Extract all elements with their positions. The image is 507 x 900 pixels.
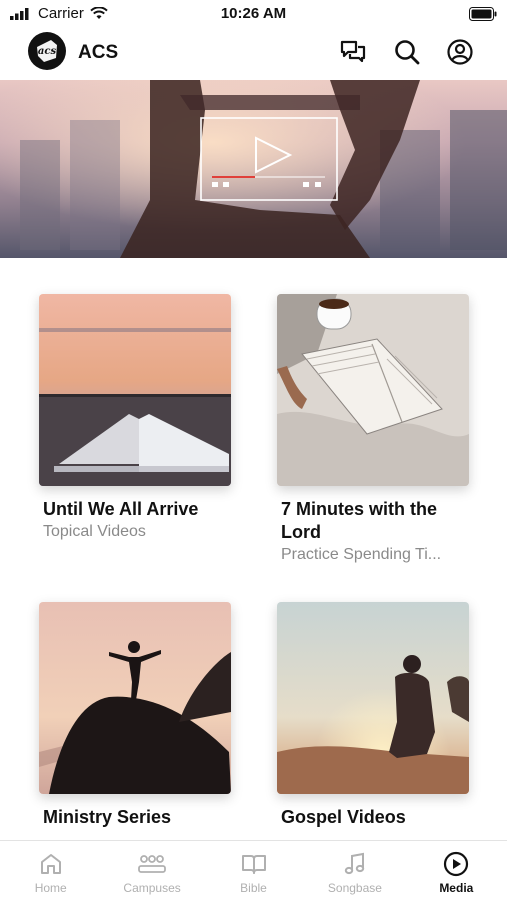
status-time: 10:26 AM (220, 5, 287, 22)
card-title: 7 Minutes with the Lord (281, 499, 438, 542)
thumbnail-image (277, 294, 469, 486)
thumbnail-image (39, 294, 231, 486)
card-7-minutes-with-the-lord[interactable]: 7 Minutes with the Lord Practice Spendin… (277, 294, 469, 566)
hero-image (0, 80, 507, 258)
card-ministry-series[interactable]: Ministry Series (39, 602, 231, 829)
tab-label: Songbase (327, 881, 382, 895)
status-bar: Carrier 10:26 AM (0, 0, 507, 30)
hero-banner[interactable] (0, 80, 507, 258)
tab-label: Campuses (123, 881, 181, 895)
tab-bar: Home Campuses Bible Songbase Media (0, 840, 507, 900)
app-title: ACS (78, 42, 119, 63)
card-thumbnail[interactable] (277, 294, 469, 486)
tab-label: Bible (240, 881, 267, 895)
logo-text: acs (37, 45, 57, 57)
profile-icon[interactable] (446, 38, 474, 66)
card-until-we-all-arrive[interactable]: Until We All Arrive Topical Videos (39, 294, 231, 543)
tab-songbase[interactable]: Songbase (304, 841, 405, 900)
home-icon (40, 854, 61, 874)
app-header: acs ACS (0, 30, 507, 78)
card-title: Ministry Series (43, 807, 172, 827)
card-thumbnail[interactable] (277, 602, 469, 794)
people-icon (138, 855, 167, 873)
battery-icon (469, 7, 497, 21)
chat-icon[interactable] (339, 38, 367, 66)
card-gospel-videos[interactable]: Gospel Videos (277, 602, 469, 829)
card-title: Gospel Videos (281, 807, 406, 827)
acs-logo[interactable]: acs (28, 32, 66, 70)
thumbnail-image (277, 602, 469, 794)
thumbnail-image (39, 602, 231, 794)
card-subtitle: Practice Spending Ti... (281, 546, 442, 563)
tab-label: Home (34, 881, 67, 895)
card-title: Until We All Arrive (43, 499, 199, 519)
card-thumbnail[interactable] (39, 602, 231, 794)
play-circle-icon (444, 851, 469, 877)
tab-media[interactable]: Media (406, 841, 507, 900)
tab-bible[interactable]: Bible (203, 841, 304, 900)
tab-home[interactable]: Home (0, 841, 101, 900)
book-icon (241, 855, 266, 874)
music-note-icon (344, 852, 365, 875)
tab-campuses[interactable]: Campuses (101, 841, 202, 900)
card-thumbnail[interactable] (39, 294, 231, 486)
card-subtitle: Topical Videos (43, 523, 146, 540)
tab-label: Media (439, 881, 474, 895)
search-icon[interactable] (393, 38, 421, 66)
